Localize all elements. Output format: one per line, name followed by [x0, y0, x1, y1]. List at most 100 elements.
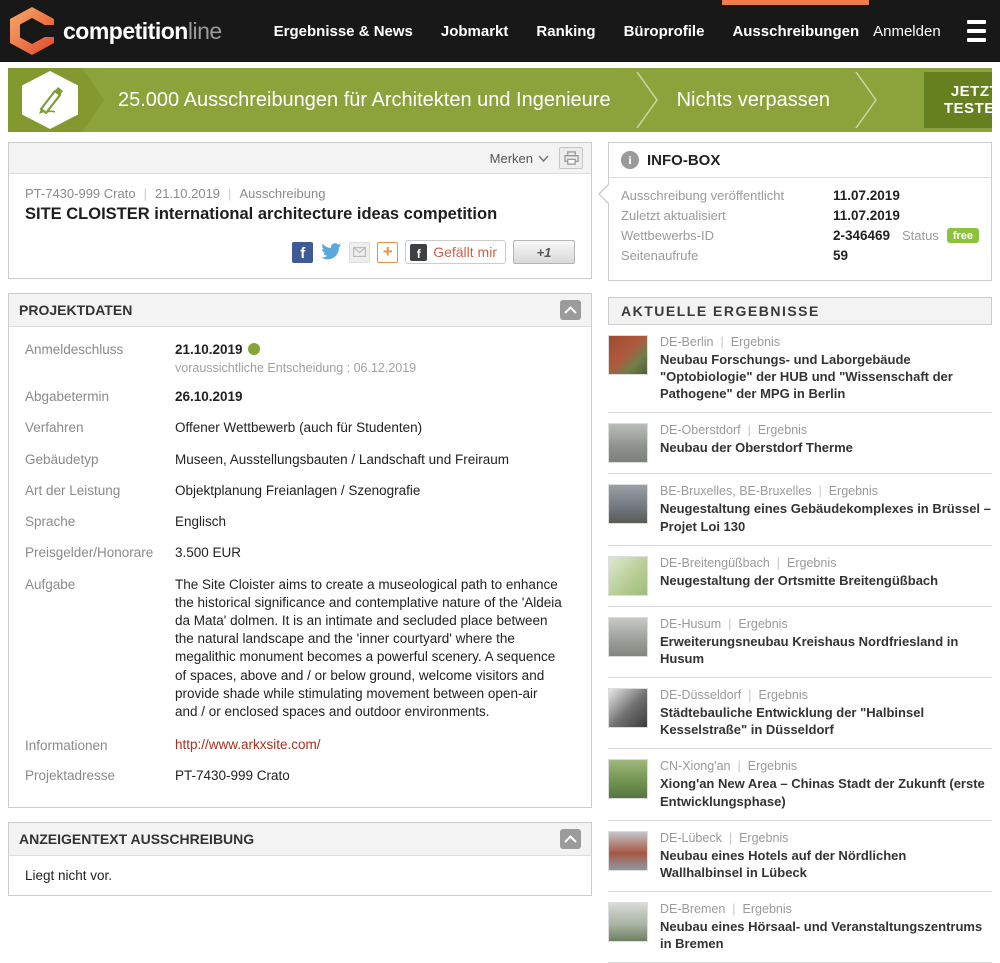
- anzeigentext-header: ANZEIGENTEXT AUSSCHREIBUNG: [9, 823, 591, 856]
- twitter-share-icon[interactable]: [320, 242, 342, 262]
- share-more-icon[interactable]: +: [377, 242, 398, 263]
- field-sprache: Sprache Englisch: [25, 513, 575, 531]
- facebook-like-button[interactable]: f Gefällt mir: [405, 240, 506, 264]
- aufgabe-text: The Site Cloister aims to create a museo…: [175, 576, 563, 722]
- anmelden-link[interactable]: Anmelden: [873, 23, 941, 40]
- info-label: Ausschreibung veröffentlicht: [621, 188, 833, 203]
- article-toolbar: Merken: [9, 143, 591, 174]
- result-title: Neubau eines Hotels auf der Nördlichen W…: [660, 847, 992, 881]
- top-header: competitionline Ergebnisse & News Jobmar…: [0, 0, 1000, 62]
- info-row-wettbewerbs-id: Wettbewerbs-ID 2-346469 Status free: [621, 228, 979, 243]
- article-card: Merken PT-7430-999 Crato|21.10.2019|Auss…: [8, 142, 592, 279]
- merken-label: Merken: [490, 151, 533, 166]
- result-item[interactable]: DE-Lübeck|Ergebnis Neubau eines Hotels a…: [608, 821, 992, 892]
- status-badge: free: [947, 228, 979, 243]
- result-item[interactable]: DE-Berlin|Ergebnis Neubau Forschungs- un…: [608, 325, 992, 413]
- result-title: Erweiterungsneubau Kreishaus Nordfriesla…: [660, 633, 992, 667]
- hamburger-menu-icon[interactable]: [967, 20, 986, 42]
- print-button[interactable]: [559, 147, 583, 169]
- google-plusone-button[interactable]: +1: [513, 240, 575, 264]
- result-thumbnail: [608, 688, 648, 728]
- result-location: DE-Husum: [660, 617, 721, 631]
- result-item[interactable]: DE-Düsseldorf|Ergebnis Städtebauliche En…: [608, 678, 992, 749]
- field-art-der-leistung: Art der Leistung Objektplanung Freianlag…: [25, 482, 575, 500]
- result-title: Neubau Forschungs- und Laborgebäude "Opt…: [660, 351, 992, 402]
- nav-ausschreibungen[interactable]: Ausschreibungen: [718, 0, 873, 62]
- field-label: Gebäudetyp: [25, 451, 175, 469]
- result-thumbnail: [608, 617, 648, 657]
- nav-ranking[interactable]: Ranking: [522, 0, 609, 62]
- result-item[interactable]: DE-Breitengüßbach|Ergebnis Neugestaltung…: [608, 546, 992, 607]
- collapse-button[interactable]: [560, 829, 581, 849]
- infobox-heading: INFO-BOX: [647, 152, 720, 169]
- logo-wordmark: competitionline: [63, 18, 222, 45]
- result-title: Neugestaltung eines Gebäudekomplexes in …: [660, 500, 992, 534]
- logo[interactable]: competitionline: [10, 7, 222, 55]
- email-share-icon[interactable]: [349, 242, 370, 263]
- result-item[interactable]: DE-Bremen|Ergebnis Neubau eines Hörsaal-…: [608, 892, 992, 963]
- info-label: Wettbewerbs-ID: [621, 228, 833, 243]
- info-label: Seitenaufrufe: [621, 248, 833, 263]
- result-title: Städtebauliche Entwicklung der "Halbinse…: [660, 704, 992, 738]
- results-header: AKTUELLE ERGEBNISSE: [608, 297, 992, 325]
- field-value: 3.500 EUR: [175, 544, 241, 562]
- result-tag: Ergebnis: [748, 759, 797, 773]
- infobox-notch: [598, 183, 609, 205]
- result-location: DE-Breitengüßbach: [660, 556, 770, 570]
- field-value: Englisch: [175, 513, 226, 531]
- page-title: SITE CLOISTER international architecture…: [25, 205, 575, 224]
- facebook-icon: f: [410, 244, 427, 261]
- result-title: Neugestaltung der Ortsmitte Breitengüßba…: [660, 572, 938, 589]
- result-item[interactable]: DE-Husum|Ergebnis Erweiterungsneubau Kre…: [608, 607, 992, 678]
- nav-jobmarkt[interactable]: Jobmarkt: [427, 0, 523, 62]
- projektdaten-section: PROJEKTDATEN Anmeldeschluss 21.10.2019 v…: [8, 293, 592, 808]
- banner-tagline: Nichts verpassen: [677, 89, 830, 112]
- result-thumbnail: [608, 902, 648, 942]
- main-nav: Ergebnisse & News Jobmarkt Ranking Bürop…: [260, 0, 873, 62]
- result-item[interactable]: BE-Bruxelles, BE-Bruxelles|Ergebnis Neug…: [608, 474, 992, 545]
- field-abgabetermin: Abgabetermin 26.10.2019: [25, 388, 575, 406]
- logo-icon: [10, 7, 54, 55]
- field-label: Verfahren: [25, 419, 175, 437]
- result-thumbnail: [608, 484, 648, 524]
- promo-banner[interactable]: 25.000 Ausschreibungen für Architekten u…: [8, 68, 992, 132]
- website-link[interactable]: http://www.arkxsite.com/: [175, 737, 321, 753]
- result-location: DE-Düsseldorf: [660, 688, 741, 702]
- result-title: Neubau eines Hörsaal- und Veranstaltungs…: [660, 918, 992, 952]
- field-label: Abgabetermin: [25, 388, 175, 406]
- anzeigentext-body: Liegt nicht vor.: [9, 856, 591, 895]
- breadcrumb-date: 21.10.2019: [155, 186, 220, 201]
- result-tag: Ergebnis: [738, 617, 787, 631]
- collapse-button[interactable]: [560, 300, 581, 320]
- nav-bueroprofile[interactable]: Büroprofile: [610, 0, 719, 62]
- info-row: Zuletzt aktualisiert 11.07.2019: [621, 208, 979, 223]
- facebook-share-icon[interactable]: f: [292, 242, 313, 263]
- info-value: 2-346469: [833, 228, 890, 243]
- breadcrumb: PT-7430-999 Crato|21.10.2019|Ausschreibu…: [25, 186, 575, 201]
- field-anmeldeschluss: Anmeldeschluss 21.10.2019 voraussichtlic…: [25, 341, 575, 375]
- result-tag: Ergebnis: [829, 484, 878, 498]
- field-projektadresse: Projektadresse PT-7430-999 Crato: [25, 767, 575, 785]
- field-value: 21.10.2019: [175, 342, 243, 357]
- projektdaten-heading: PROJEKTDATEN: [19, 302, 132, 318]
- jetzt-testen-button[interactable]: JETZT TESTEN: [924, 72, 992, 128]
- info-row: Ausschreibung veröffentlicht 11.07.2019: [621, 188, 979, 203]
- result-item[interactable]: CN-Xiong'an|Ergebnis Xiong'an New Area –…: [608, 749, 992, 820]
- nav-ergebnisse-news[interactable]: Ergebnisse & News: [260, 0, 427, 62]
- result-tag: Ergebnis: [759, 688, 808, 702]
- info-value: 11.07.2019: [833, 208, 900, 223]
- info-icon: i: [621, 151, 639, 169]
- projektdaten-header: PROJEKTDATEN: [9, 294, 591, 327]
- result-title: Xiong'an New Area – Chinas Stadt der Zuk…: [660, 775, 992, 809]
- info-value: 59: [833, 248, 848, 263]
- social-buttons: f + f Gefällt mir +1: [25, 240, 575, 264]
- field-gebaeudetyp: Gebäudetyp Museen, Ausstellungsbauten / …: [25, 451, 575, 469]
- field-label: Informationen: [25, 737, 175, 753]
- merken-dropdown[interactable]: Merken: [490, 151, 549, 166]
- status-dot-icon: [248, 343, 260, 355]
- cta-label: JETZT TESTEN: [942, 83, 992, 117]
- result-item[interactable]: DE-Oberstdorf|Ergebnis Neubau der Oberst…: [608, 413, 992, 474]
- field-label: Projektadresse: [25, 767, 175, 785]
- result-tag: Ergebnis: [731, 335, 780, 349]
- banner-headline: 25.000 Ausschreibungen für Architekten u…: [118, 89, 611, 112]
